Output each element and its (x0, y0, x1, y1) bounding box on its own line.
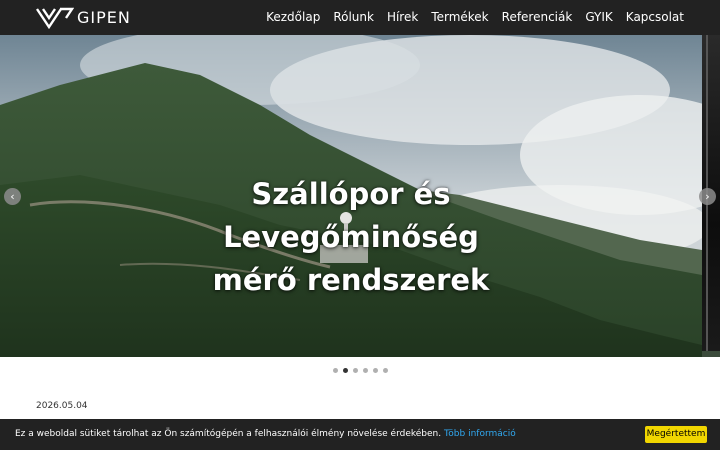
nav-item-referenciak[interactable]: Referenciák (502, 0, 573, 35)
cookie-text: Ez a weboldal sütiket tárolhat az Ön szá… (15, 429, 442, 439)
hero-slider: Szállópor és Levegőminőség mérő rendszer… (0, 35, 720, 357)
caption-line: Szállópor és (251, 177, 451, 211)
site-logo[interactable]: GIPEN (36, 6, 131, 30)
chevron-right-icon: › (705, 190, 710, 203)
slider-dot[interactable] (382, 368, 388, 373)
slider-dot-active[interactable] (342, 368, 348, 373)
cookie-more-info-link[interactable]: Több információ (444, 429, 516, 439)
chevron-left-icon: ‹ (10, 190, 15, 203)
slider-dots (0, 368, 720, 373)
caption-line: mérő rendszerek (212, 263, 490, 297)
slider-dot[interactable] (362, 368, 368, 373)
cookie-banner: Ez a weboldal sütiket tárolhat az Ön szá… (0, 419, 720, 450)
cookie-message: Ez a weboldal sütiket tárolhat az Ön szá… (15, 419, 516, 450)
cookie-accept-button[interactable]: Megértettem (645, 426, 707, 443)
nav-item-rolunk[interactable]: Rólunk (333, 0, 374, 35)
main-nav: Kezdőlap Rólunk Hírek Termékek Referenci… (266, 0, 684, 35)
slider-next-button[interactable]: › (699, 188, 716, 205)
post-date: 2026.05.04 (36, 401, 88, 411)
caption-line: Levegőminőség (223, 220, 479, 254)
slider-dot[interactable] (332, 368, 338, 373)
slide-caption: Szállópor és Levegőminőség mérő rendszer… (0, 173, 702, 302)
nav-item-kezdolap[interactable]: Kezdőlap (266, 0, 320, 35)
slider-dot[interactable] (372, 368, 378, 373)
slider-dot[interactable] (352, 368, 358, 373)
nav-item-gyik[interactable]: GYIK (585, 0, 612, 35)
nav-item-hirek[interactable]: Hírek (387, 0, 418, 35)
logo-mark-icon (36, 7, 74, 29)
slider-prev-button[interactable]: ‹ (4, 188, 21, 205)
nav-item-termekek[interactable]: Termékek (431, 0, 488, 35)
top-navbar: GIPEN Kezdőlap Rólunk Hírek Termékek Ref… (0, 0, 720, 35)
nav-item-kapcsolat[interactable]: Kapcsolat (626, 0, 684, 35)
logo-text: GIPEN (77, 8, 131, 27)
